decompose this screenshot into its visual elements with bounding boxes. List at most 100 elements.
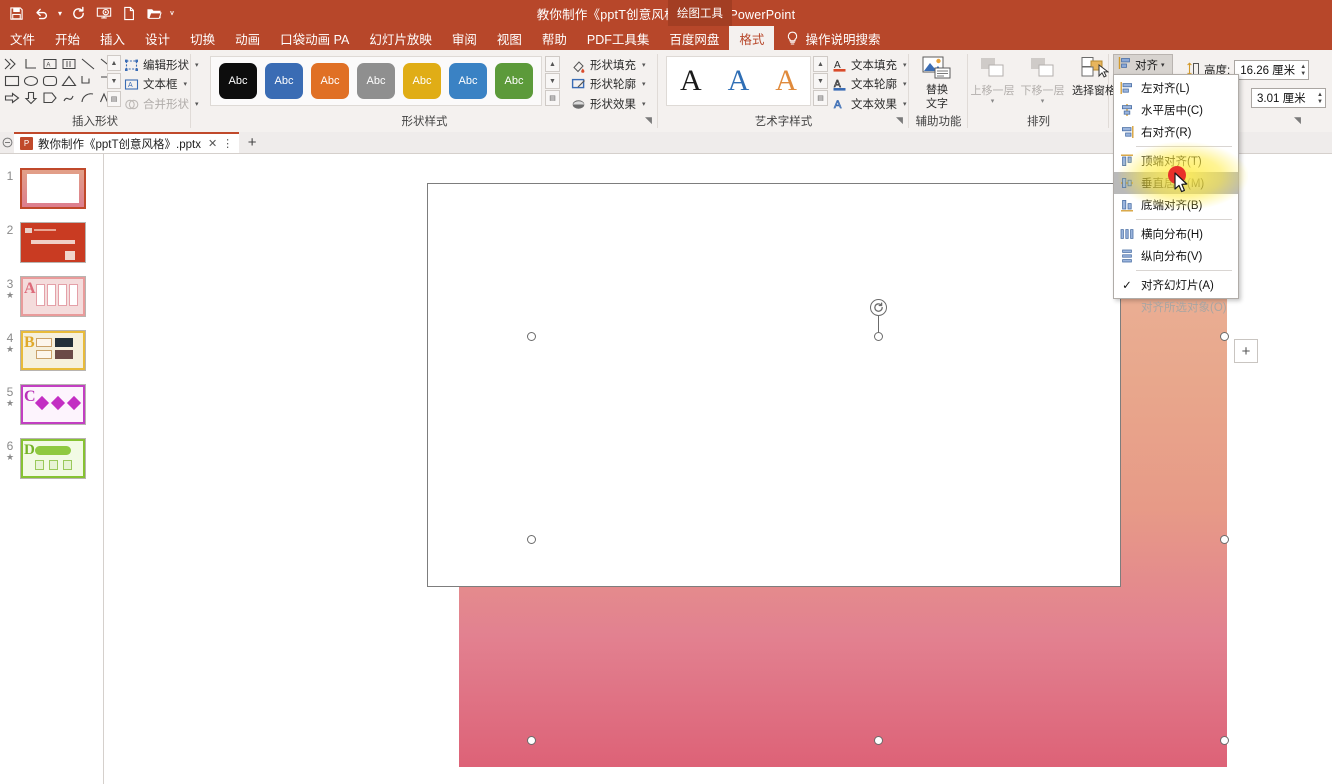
text-fill-button[interactable]: A 文本填充 ▾ [832,57,907,73]
edit-shape-button[interactable]: 编辑形状 ▾ [124,57,199,73]
menu-item-distribute-vertically[interactable]: 纵向分布(V) [1114,245,1238,267]
text-box-button[interactable]: A 文本框 ▾ [124,76,187,92]
text-effects-button[interactable]: A 文本效果 ▾ [832,96,907,112]
wordart-styles-scroll[interactable]: ▲ ▼ ▤ [813,56,828,106]
wordart-sample[interactable]: A [775,66,797,96]
more-options-icon[interactable]: ⋮ [222,137,233,150]
shape-rounded-rect-icon[interactable] [42,74,58,88]
menu-item-align-left[interactable]: 左对齐(L) [1114,77,1238,99]
slide-thumbnail-item[interactable]: 3 ★ A [0,276,104,317]
wordart-styles-gallery[interactable]: A A A [666,56,811,106]
tab-transitions[interactable]: 切换 [180,26,225,50]
undo-icon[interactable] [29,1,54,25]
save-icon[interactable] [4,1,29,25]
styles-scroll-down-icon[interactable]: ▼ [545,73,560,89]
slide-thumbnail-6[interactable]: D [20,438,86,479]
redo-icon[interactable] [66,1,91,25]
resize-handle-top-right[interactable] [1220,332,1229,341]
tab-insert[interactable]: 插入 [90,26,135,50]
shape-textbox-icon[interactable]: A [42,57,58,71]
chevron-down-icon[interactable]: ▾ [642,80,646,88]
slide-thumbnail-panel[interactable]: 1 2 3 ★ A 4 ★ B 5 ★ C 6 ★ D [0,154,104,784]
height-spinner[interactable]: ▲ ▼ [1300,64,1306,77]
shapes-gallery-scroll[interactable]: ▲ ▼ ▤ [107,55,121,107]
shape-triangle-icon[interactable] [60,74,77,88]
chevron-down-icon[interactable]: ▾ [903,80,907,88]
shape-styles-dialog-launcher[interactable]: ◥ [645,115,652,126]
shape-styles-gallery[interactable]: Abc Abc Abc Abc Abc Abc Abc [210,56,542,106]
shapes-scroll-up-icon[interactable]: ▲ [107,55,121,71]
wordart-scroll-up-icon[interactable]: ▲ [813,56,828,72]
rotation-handle[interactable] [870,299,887,316]
shapes-gallery[interactable]: A [2,55,118,107]
new-file-icon[interactable] [116,1,141,25]
chevron-down-icon[interactable]: ▾ [1161,61,1165,69]
tab-slideshow[interactable]: 幻灯片放映 [359,26,442,50]
chevron-down-icon[interactable]: ▾ [642,61,646,69]
shape-style-swatch[interactable]: Abc [403,63,441,99]
shape-outline-button[interactable]: 形状轮廓 ▾ [571,76,646,92]
menu-item-align-center[interactable]: 水平居中(C) [1114,99,1238,121]
width-input[interactable]: 3.01 厘米 ▲ ▼ [1251,88,1326,108]
resize-handle-bottom-right[interactable] [1220,736,1229,745]
text-outline-button[interactable]: A 文本轮廓 ▾ [832,76,907,92]
chevron-down-icon[interactable]: ▾ [184,80,188,88]
customize-qat-icon[interactable]: ⩛ [166,1,178,25]
wordart-styles-dialog-launcher[interactable]: ◥ [896,115,903,126]
slide-thumbnail-item[interactable]: 6 ★ D [0,438,104,479]
add-design-idea-button[interactable]: + [1234,339,1258,363]
shape-style-swatch[interactable]: Abc [357,63,395,99]
chevron-down-icon[interactable]: ▾ [903,61,907,69]
document-tab[interactable]: P 教你制作《pptT创意风格》.pptx ✕ ⋮ [14,132,240,153]
menu-item-distribute-horizontally[interactable]: 横向分布(H) [1114,223,1238,245]
styles-scroll-up-icon[interactable]: ▲ [545,56,560,72]
chevron-down-icon[interactable]: ▾ [195,61,199,69]
resize-handle-bottom-center[interactable] [874,736,883,745]
new-tab-button[interactable]: + [239,132,265,153]
tab-pdf-tools[interactable]: PDF工具集 [577,26,660,50]
slide-thumbnail-1[interactable] [20,168,86,209]
resize-handle-bottom-left[interactable] [527,736,536,745]
tab-baidu-netdisk[interactable]: 百度网盘 [659,26,729,50]
resize-handle-middle-right[interactable] [1220,535,1229,544]
shape-style-swatch[interactable]: Abc [219,63,257,99]
undo-dropdown-caret-icon[interactable]: ▾ [54,1,66,25]
tell-me-search[interactable]: 操作说明搜索 [774,26,880,50]
slide-thumbnail-item[interactable]: 2 [0,222,104,263]
menu-item-align-right[interactable]: 右对齐(R) [1114,121,1238,143]
wordart-gallery-more-icon[interactable]: ▤ [813,90,828,106]
menu-item-align-to-slide[interactable]: ✓ 对齐幻灯片(A) [1114,274,1238,296]
slide-thumbnail-item[interactable]: 1 [0,168,104,209]
chevron-down-icon[interactable]: ▾ [903,100,907,108]
start-from-beginning-icon[interactable] [91,1,116,25]
slide-thumbnail-item[interactable]: 4 ★ B [0,330,104,371]
tab-animations[interactable]: 动画 [225,26,270,50]
shape-line-icon[interactable] [80,57,96,71]
height-input[interactable]: 16.26 厘米 ▲ ▼ [1234,60,1310,80]
size-dialog-launcher[interactable]: ◥ [1294,115,1301,126]
shape-down-arrow-icon[interactable] [23,91,39,105]
shape-oval-icon[interactable] [23,74,39,88]
tab-pocket-animation[interactable]: 口袋动画 PA [270,26,359,50]
shape-arc-icon[interactable] [80,91,96,105]
shape-vertical-textbox-icon[interactable] [61,57,77,71]
shape-pentagon-icon[interactable] [42,91,58,105]
shape-style-swatch[interactable]: Abc [265,63,303,99]
shape-style-swatch[interactable]: Abc [311,63,349,99]
tab-view[interactable]: 视图 [487,26,532,50]
selection-pane-button[interactable]: 选择窗格 [1070,56,1118,97]
shape-effects-button[interactable]: 形状效果 ▾ [571,96,646,112]
selected-shape[interactable] [427,183,1121,587]
shapes-gallery-more-icon[interactable]: ▤ [107,91,121,107]
shape-elbow-connector-icon[interactable] [80,74,96,88]
slide-thumbnail-item[interactable]: 5 ★ C [0,384,104,425]
tab-help[interactable]: 帮助 [532,26,577,50]
wordart-sample[interactable]: A [728,66,750,96]
wordart-sample[interactable]: A [680,66,702,96]
tab-review[interactable]: 审阅 [442,26,487,50]
styles-gallery-more-icon[interactable]: ▤ [545,90,560,106]
resize-handle-top-center[interactable] [874,332,883,341]
resize-handle-middle-left[interactable] [527,535,536,544]
shape-right-arrow-icon[interactable] [4,91,20,105]
tab-strip-menu-icon[interactable] [0,132,14,153]
